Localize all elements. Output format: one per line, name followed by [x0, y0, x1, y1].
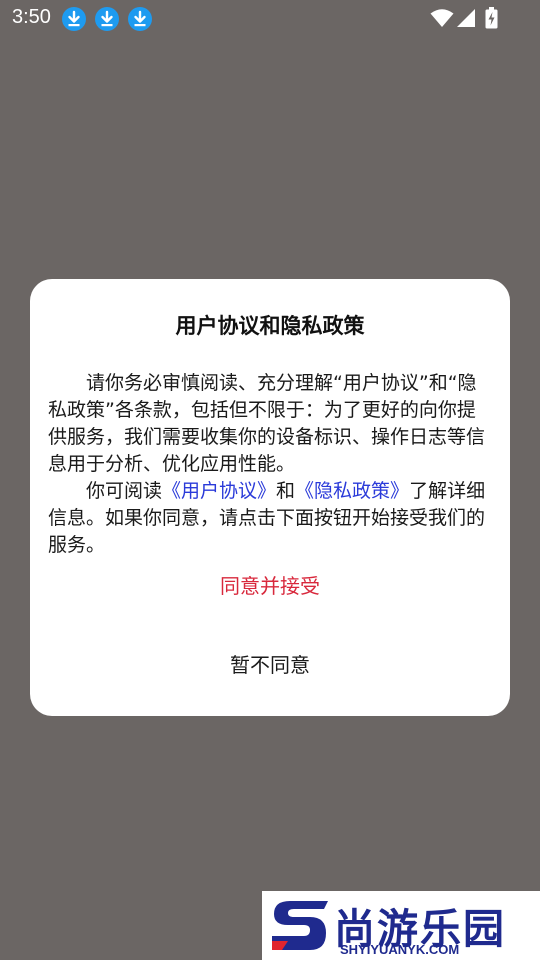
dialog-paragraph-links: 你可阅读《用户协议》和《隐私政策》了解详细信息。如果你同意，请点击下面按钮开始接… [48, 478, 494, 559]
battery-charging-icon [485, 7, 498, 29]
download-icon [128, 7, 152, 31]
accept-button[interactable]: 同意并接受 [150, 566, 390, 606]
watermark-domain: SHYIYUANYK.COM [340, 942, 460, 957]
decline-button[interactable]: 暂不同意 [150, 645, 390, 685]
download-icon [95, 7, 119, 31]
links-and-text: 和 [276, 480, 296, 502]
dialog-paragraph-consent: 请你务必审慎阅读、充分理解“用户协议”和“隐私政策”各条款，包括但不限于：为了更… [48, 372, 486, 475]
privacy-policy-link[interactable]: 《隐私政策》 [295, 480, 409, 502]
download-icon [62, 7, 86, 31]
wifi-icon [430, 9, 454, 27]
user-agreement-link[interactable]: 《用户协议》 [162, 480, 276, 502]
status-bar: 3:50 [0, 0, 540, 36]
s-logo-icon [272, 901, 328, 950]
status-time: 3:50 [12, 6, 51, 28]
dialog-body: 请你务必审慎阅读、充分理解“用户协议”和“隐私政策”各条款，包括但不限于：为了更… [48, 370, 494, 559]
links-prefix-text: 你可阅读 [86, 480, 163, 502]
dialog-title: 用户协议和隐私政策 [175, 314, 365, 338]
signal-icon [457, 9, 475, 27]
agreement-dialog: 用户协议和隐私政策 请你务必审慎阅读、充分理解“用户协议”和“隐私政策”各条款，… [30, 279, 510, 716]
watermark-logo: 尚游乐园 SHYIYUANYK.COM [262, 891, 540, 960]
